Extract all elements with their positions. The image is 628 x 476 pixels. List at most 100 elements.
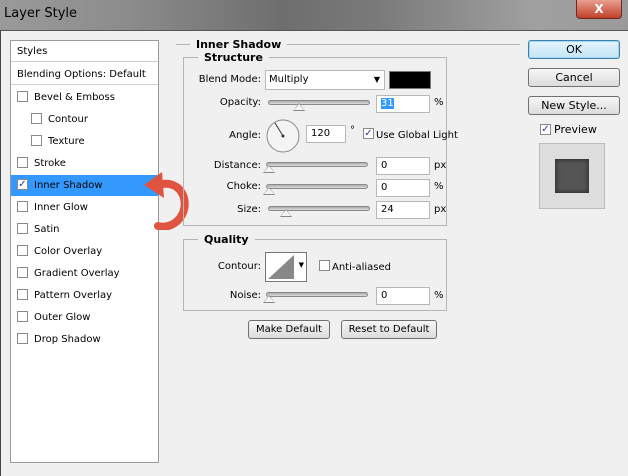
noise-input[interactable]: 0 [376,287,430,305]
slider-thumb[interactable] [263,295,275,303]
preview-label: Preview [554,123,597,136]
style-item-inner-shadow[interactable]: ✓ Inner Shadow [11,175,158,196]
blend-mode-select[interactable]: Multiply ▼ [265,70,385,90]
shadow-color-swatch[interactable] [389,71,431,89]
chevron-down-icon: ▼ [373,75,380,84]
checkbox-unchecked[interactable] [17,288,28,300]
style-item-outer-glow[interactable]: Outer Glow [11,307,158,328]
style-item-contour[interactable]: Contour [11,109,158,130]
contour-picker[interactable]: ▼ [265,252,307,282]
style-item-label: Satin [34,224,60,235]
slider-thumb[interactable] [293,103,305,111]
style-item-label: Contour [48,114,88,125]
cancel-button[interactable]: Cancel [528,68,620,87]
slider-thumb[interactable] [263,187,275,195]
size-label: Size: [237,204,261,215]
style-item-texture[interactable]: Texture [11,131,158,152]
style-item-satin[interactable]: Satin [11,219,158,240]
reset-to-default-button[interactable]: Reset to Default [341,320,437,339]
checkbox-unchecked[interactable] [17,266,28,278]
chevron-down-icon: ▼ [298,261,304,269]
quality-title: Quality [204,233,249,246]
checkbox-unchecked[interactable] [17,310,28,322]
styles-list: Styles Blending Options: Default Bevel &… [10,40,159,463]
checkbox-unchecked[interactable] [17,90,28,102]
checkbox-unchecked[interactable] [17,244,28,256]
ok-button[interactable]: OK [528,40,620,59]
style-item-label: Inner Glow [34,202,88,213]
make-default-button[interactable]: Make Default [248,320,330,339]
noise-slider[interactable] [263,292,368,303]
opacity-unit: % [434,97,444,108]
noise-unit: % [434,290,444,301]
distance-input[interactable]: 0 [376,157,430,175]
angle-label: Angle: [229,130,261,141]
use-global-light-checkbox[interactable]: ✓ Use Global Light [363,128,458,141]
size-unit: px [434,204,447,215]
title-bar[interactable] [0,0,628,31]
opacity-input[interactable]: 31 [376,95,430,113]
style-item-color-overlay[interactable]: Color Overlay [11,241,158,262]
size-slider[interactable] [268,206,370,217]
style-item-label: Texture [48,136,85,147]
style-item-label: Color Overlay [34,246,103,257]
style-item-label: Stroke [34,158,66,169]
choke-input[interactable]: 0 [376,179,430,197]
use-global-light-label: Use Global Light [376,129,458,141]
angle-dial[interactable] [265,118,301,154]
blend-mode-value: Multiply [269,74,309,85]
style-item-pattern-overlay[interactable]: Pattern Overlay [11,285,158,306]
anti-aliased-label: Anti-aliased [332,261,392,273]
checkbox-checked[interactable]: ✓ [17,178,28,190]
checkbox-unchecked[interactable] [319,260,330,271]
style-item-label: Pattern Overlay [34,290,113,301]
checkbox-unchecked[interactable] [17,200,28,212]
contour-linear-icon [268,255,294,279]
anti-aliased-checkbox[interactable]: Anti-aliased [319,260,392,273]
checkbox-unchecked[interactable] [31,112,42,124]
blend-mode-label: Blend Mode: [198,74,261,85]
noise-label: Noise: [229,290,261,301]
preview-swatch [555,159,589,193]
style-item-gradient-overlay[interactable]: Gradient Overlay [11,263,158,284]
opacity-slider[interactable] [268,100,370,111]
blending-options[interactable]: Blending Options: Default [11,64,158,85]
style-item-label: Gradient Overlay [34,268,120,279]
opacity-value: 31 [381,98,394,109]
style-item-bevel-emboss[interactable]: Bevel & Emboss [11,87,158,108]
distance-slider[interactable] [263,162,368,173]
style-item-stroke[interactable]: Stroke [11,153,158,174]
structure-title: Structure [204,51,263,64]
choke-label: Choke: [226,181,261,192]
choke-slider[interactable] [263,184,368,195]
contour-label: Contour: [217,261,261,272]
style-item-inner-glow[interactable]: Inner Glow [11,197,158,218]
slider-thumb[interactable] [280,209,292,217]
style-item-drop-shadow[interactable]: Drop Shadow [11,329,158,350]
checkbox-checked[interactable]: ✓ [540,123,551,135]
choke-unit: % [434,181,444,192]
style-preview [539,143,605,209]
close-button[interactable]: X [576,0,622,19]
checkbox-unchecked[interactable] [31,134,42,146]
style-item-label: Drop Shadow [34,334,101,345]
style-item-label: Outer Glow [34,312,91,323]
angle-input[interactable]: 120 [306,125,346,143]
checkbox-unchecked[interactable] [17,222,28,234]
style-item-label: Inner Shadow [34,180,103,191]
checkbox-checked[interactable]: ✓ [363,128,374,139]
slider-thumb[interactable] [263,165,275,173]
size-input[interactable]: 24 [376,201,430,219]
style-item-label: Bevel & Emboss [34,92,115,103]
styles-header[interactable]: Styles [11,41,158,62]
new-style-button[interactable]: New Style... [528,96,620,115]
angle-unit: ° [350,125,355,136]
checkbox-unchecked[interactable] [17,156,28,168]
inner-shadow-title: Inner Shadow [196,38,282,51]
preview-checkbox[interactable]: ✓ Preview [540,123,597,136]
checkbox-unchecked[interactable] [17,332,28,344]
opacity-label: Opacity: [219,97,261,108]
distance-label: Distance: [213,160,261,171]
window-title: Layer Style [4,6,78,21]
distance-unit: px [434,160,447,171]
